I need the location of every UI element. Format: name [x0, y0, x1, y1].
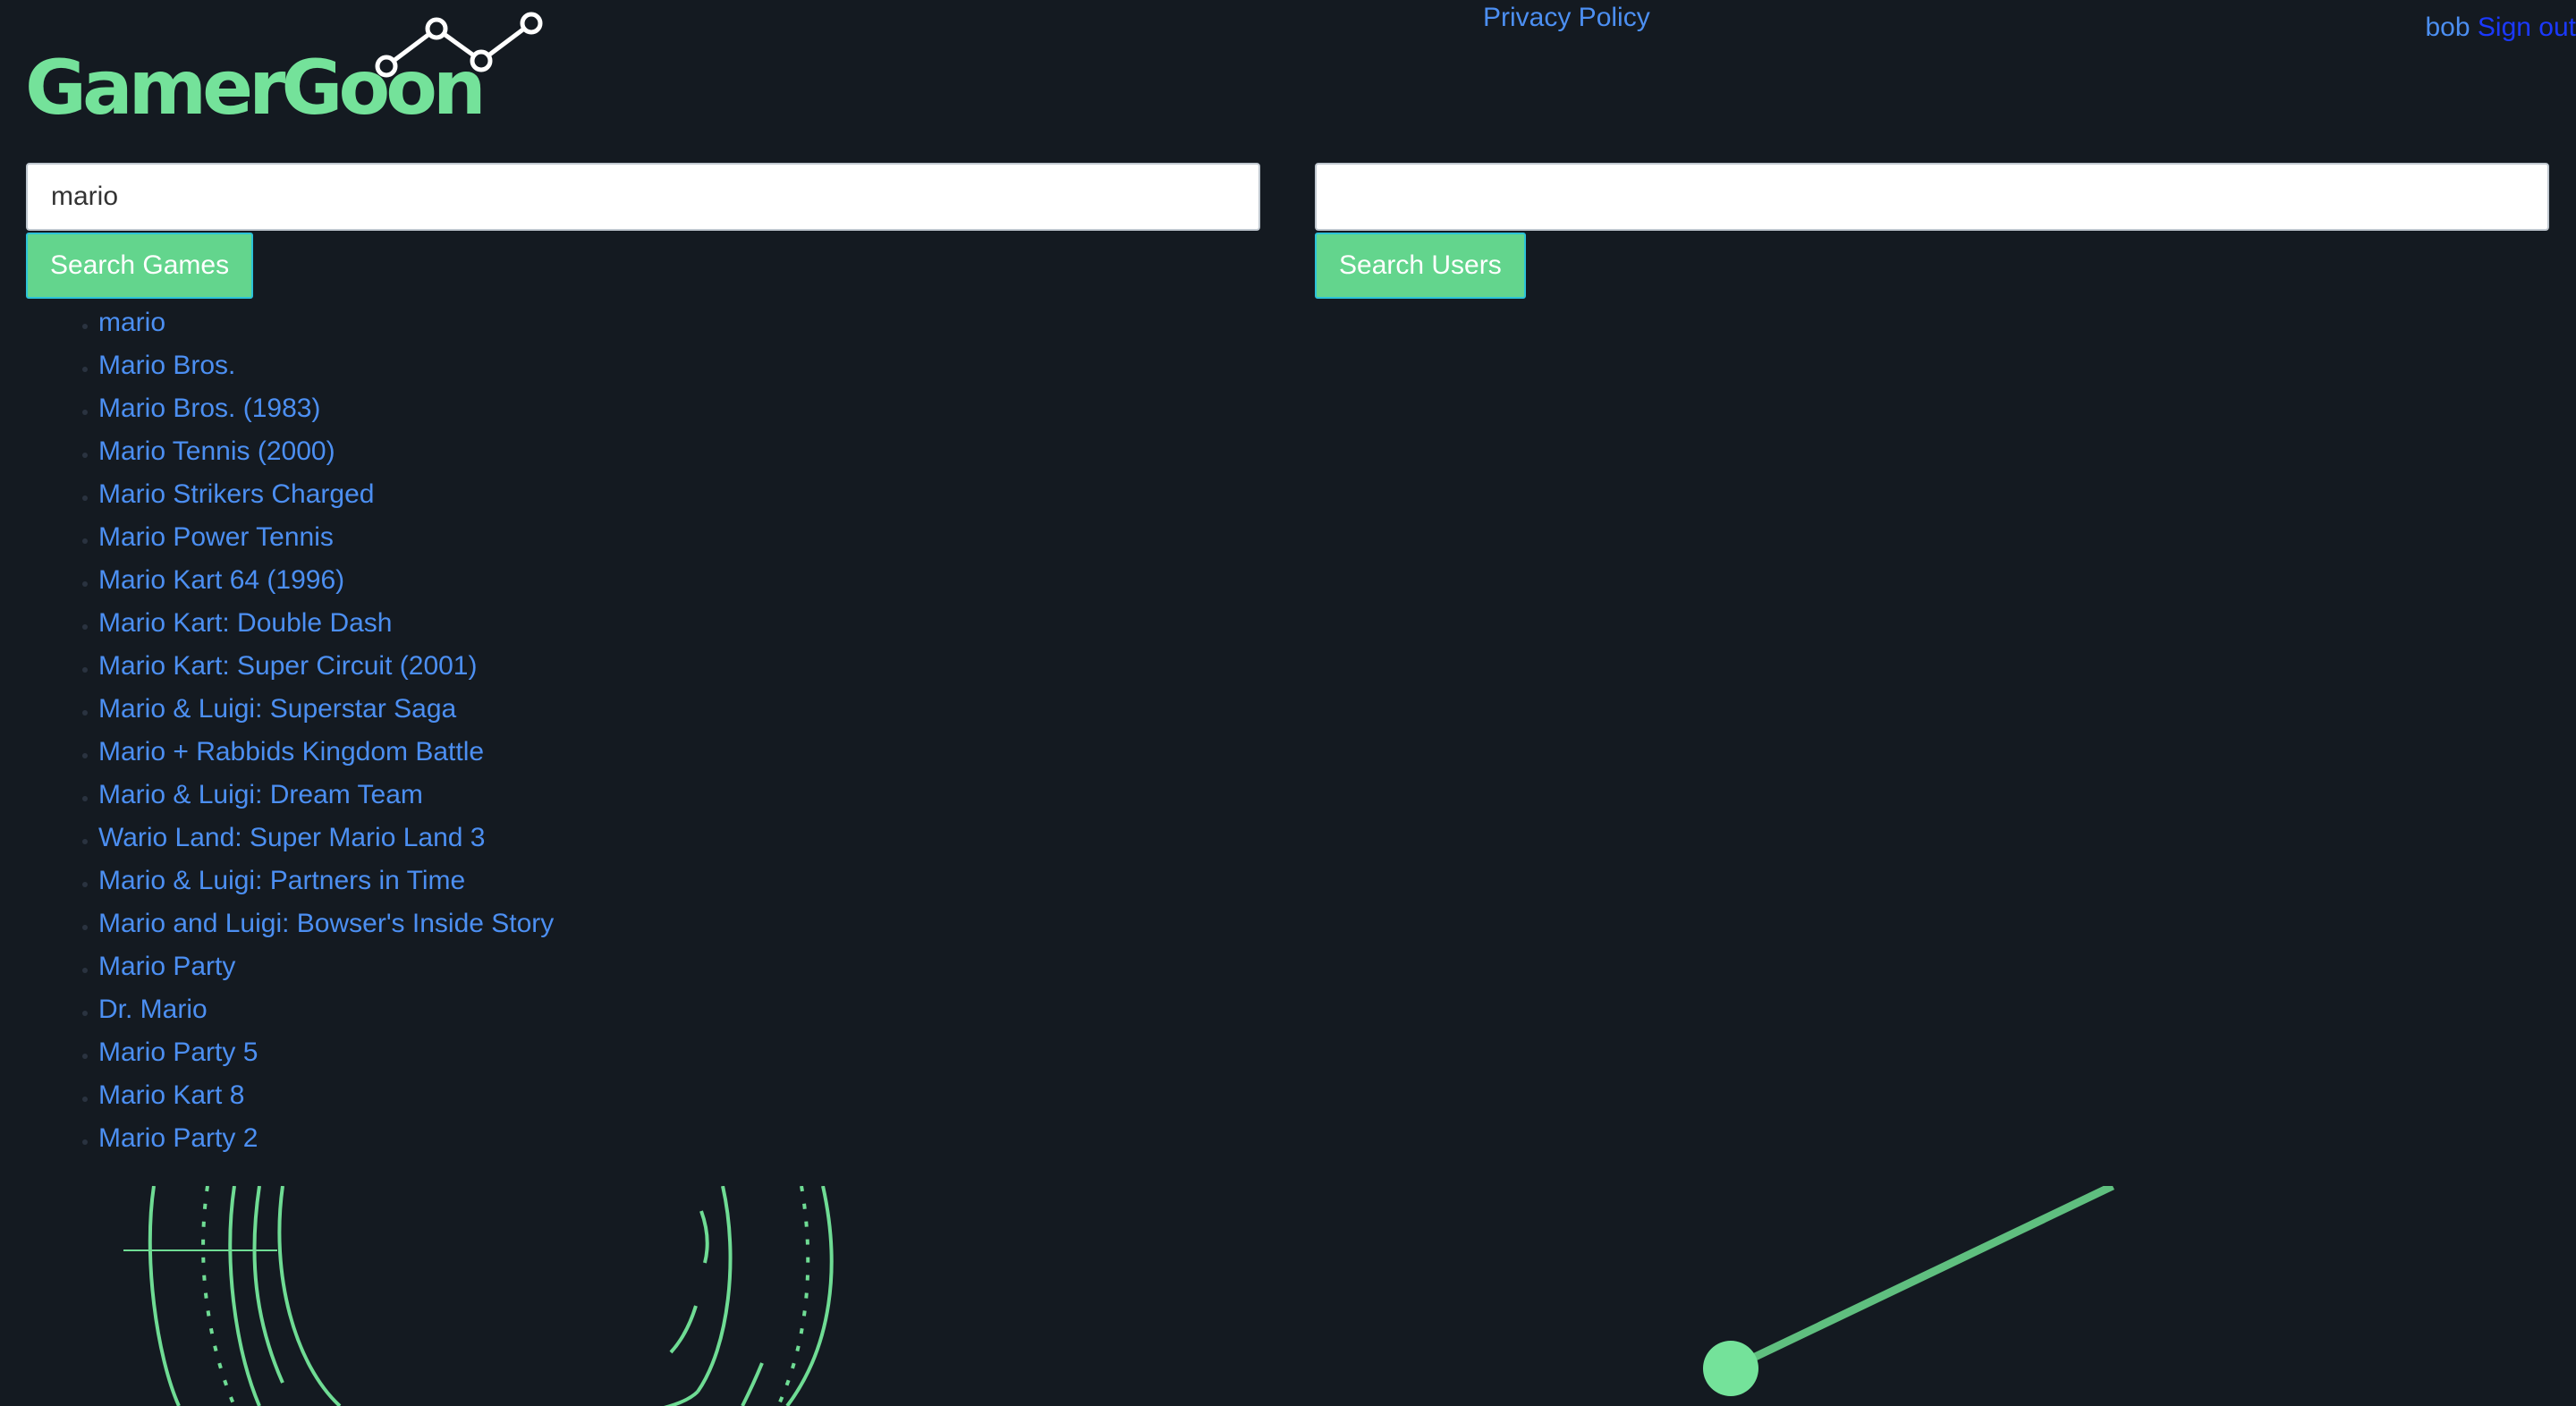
search-games-button[interactable]: Search Games: [26, 233, 254, 299]
game-result-link[interactable]: Mario & Luigi: Dream Team: [98, 780, 423, 809]
slider-line-graphic: [1703, 1186, 2114, 1396]
game-result-link[interactable]: Mario Kart 8: [98, 1080, 244, 1110]
logo-text: GamerGoon: [25, 44, 487, 131]
user-search-form: Search Users: [1315, 163, 2549, 299]
radar-arcs-graphic: [123, 1186, 834, 1406]
list-item: Mario Bros.: [98, 344, 554, 387]
list-item: Mario Strikers Charged: [98, 473, 554, 516]
game-result-link[interactable]: Mario Strikers Charged: [98, 479, 374, 509]
game-result-link[interactable]: Mario Bros.: [98, 351, 235, 380]
game-result-link[interactable]: Mario Party 5: [98, 1038, 258, 1067]
game-result-link[interactable]: Mario Tennis (2000): [98, 436, 335, 466]
game-results-list: mario Mario Bros. Mario Bros. (1983) Mar…: [0, 301, 554, 1160]
list-item: Mario & Luigi: Superstar Saga: [98, 688, 554, 731]
game-result-link[interactable]: Mario Bros. (1983): [98, 394, 320, 423]
list-item: Mario Bros. (1983): [98, 387, 554, 430]
header: GamerGoon Privacy Policy bob Sign out: [0, 0, 2576, 152]
user-search-input[interactable]: [1315, 163, 2549, 231]
search-users-button[interactable]: Search Users: [1315, 233, 1526, 299]
list-item: Mario and Luigi: Bowser's Inside Story: [98, 902, 554, 945]
game-result-link[interactable]: Mario + Rabbids Kingdom Battle: [98, 737, 484, 767]
user-area: bob Sign out: [2426, 10, 2576, 46]
game-result-link[interactable]: Wario Land: Super Mario Land 3: [98, 823, 485, 852]
list-item: Mario Kart 64 (1996): [98, 559, 554, 602]
game-result-link[interactable]: Mario Kart: Super Circuit (2001): [98, 651, 478, 681]
game-search-input[interactable]: [26, 163, 1260, 231]
list-item: Mario Power Tennis: [98, 516, 554, 559]
list-item: Mario Tennis (2000): [98, 430, 554, 473]
list-item: mario: [98, 301, 554, 344]
list-item: Mario + Rabbids Kingdom Battle: [98, 731, 554, 774]
game-search-form: Search Games: [26, 163, 1260, 299]
list-item: Mario Party 5: [98, 1031, 554, 1074]
list-item: Mario Kart: Super Circuit (2001): [98, 645, 554, 688]
list-item: Mario Party 2: [98, 1117, 554, 1160]
list-item: Mario & Luigi: Partners in Time: [98, 860, 554, 902]
username-link[interactable]: bob: [2426, 13, 2470, 42]
game-result-link[interactable]: Mario and Luigi: Bowser's Inside Story: [98, 909, 554, 938]
game-result-link[interactable]: Mario Party: [98, 952, 235, 981]
game-result-link[interactable]: Mario Party 2: [98, 1123, 258, 1153]
game-result-link[interactable]: mario: [98, 308, 165, 337]
privacy-policy-link[interactable]: Privacy Policy: [1483, 0, 1650, 36]
list-item: Wario Land: Super Mario Land 3: [98, 817, 554, 860]
game-result-link[interactable]: Mario & Luigi: Partners in Time: [98, 866, 465, 895]
list-item: Dr. Mario: [98, 988, 554, 1031]
sign-out-link[interactable]: Sign out: [2478, 13, 2576, 42]
game-result-link[interactable]: Mario Power Tennis: [98, 522, 334, 552]
game-result-link[interactable]: Mario Kart: Double Dash: [98, 608, 392, 638]
gamergoon-logo[interactable]: GamerGoon: [25, 9, 562, 134]
list-item: Mario Party: [98, 945, 554, 988]
game-result-link[interactable]: Mario & Luigi: Superstar Saga: [98, 694, 456, 724]
background-decoration: [123, 1186, 2114, 1406]
game-result-link[interactable]: Mario Kart 64 (1996): [98, 565, 344, 595]
game-result-link[interactable]: Dr. Mario: [98, 995, 208, 1024]
list-item: Mario & Luigi: Dream Team: [98, 774, 554, 817]
list-item: Mario Kart: Double Dash: [98, 602, 554, 645]
list-item: Mario Kart 8: [98, 1074, 554, 1117]
